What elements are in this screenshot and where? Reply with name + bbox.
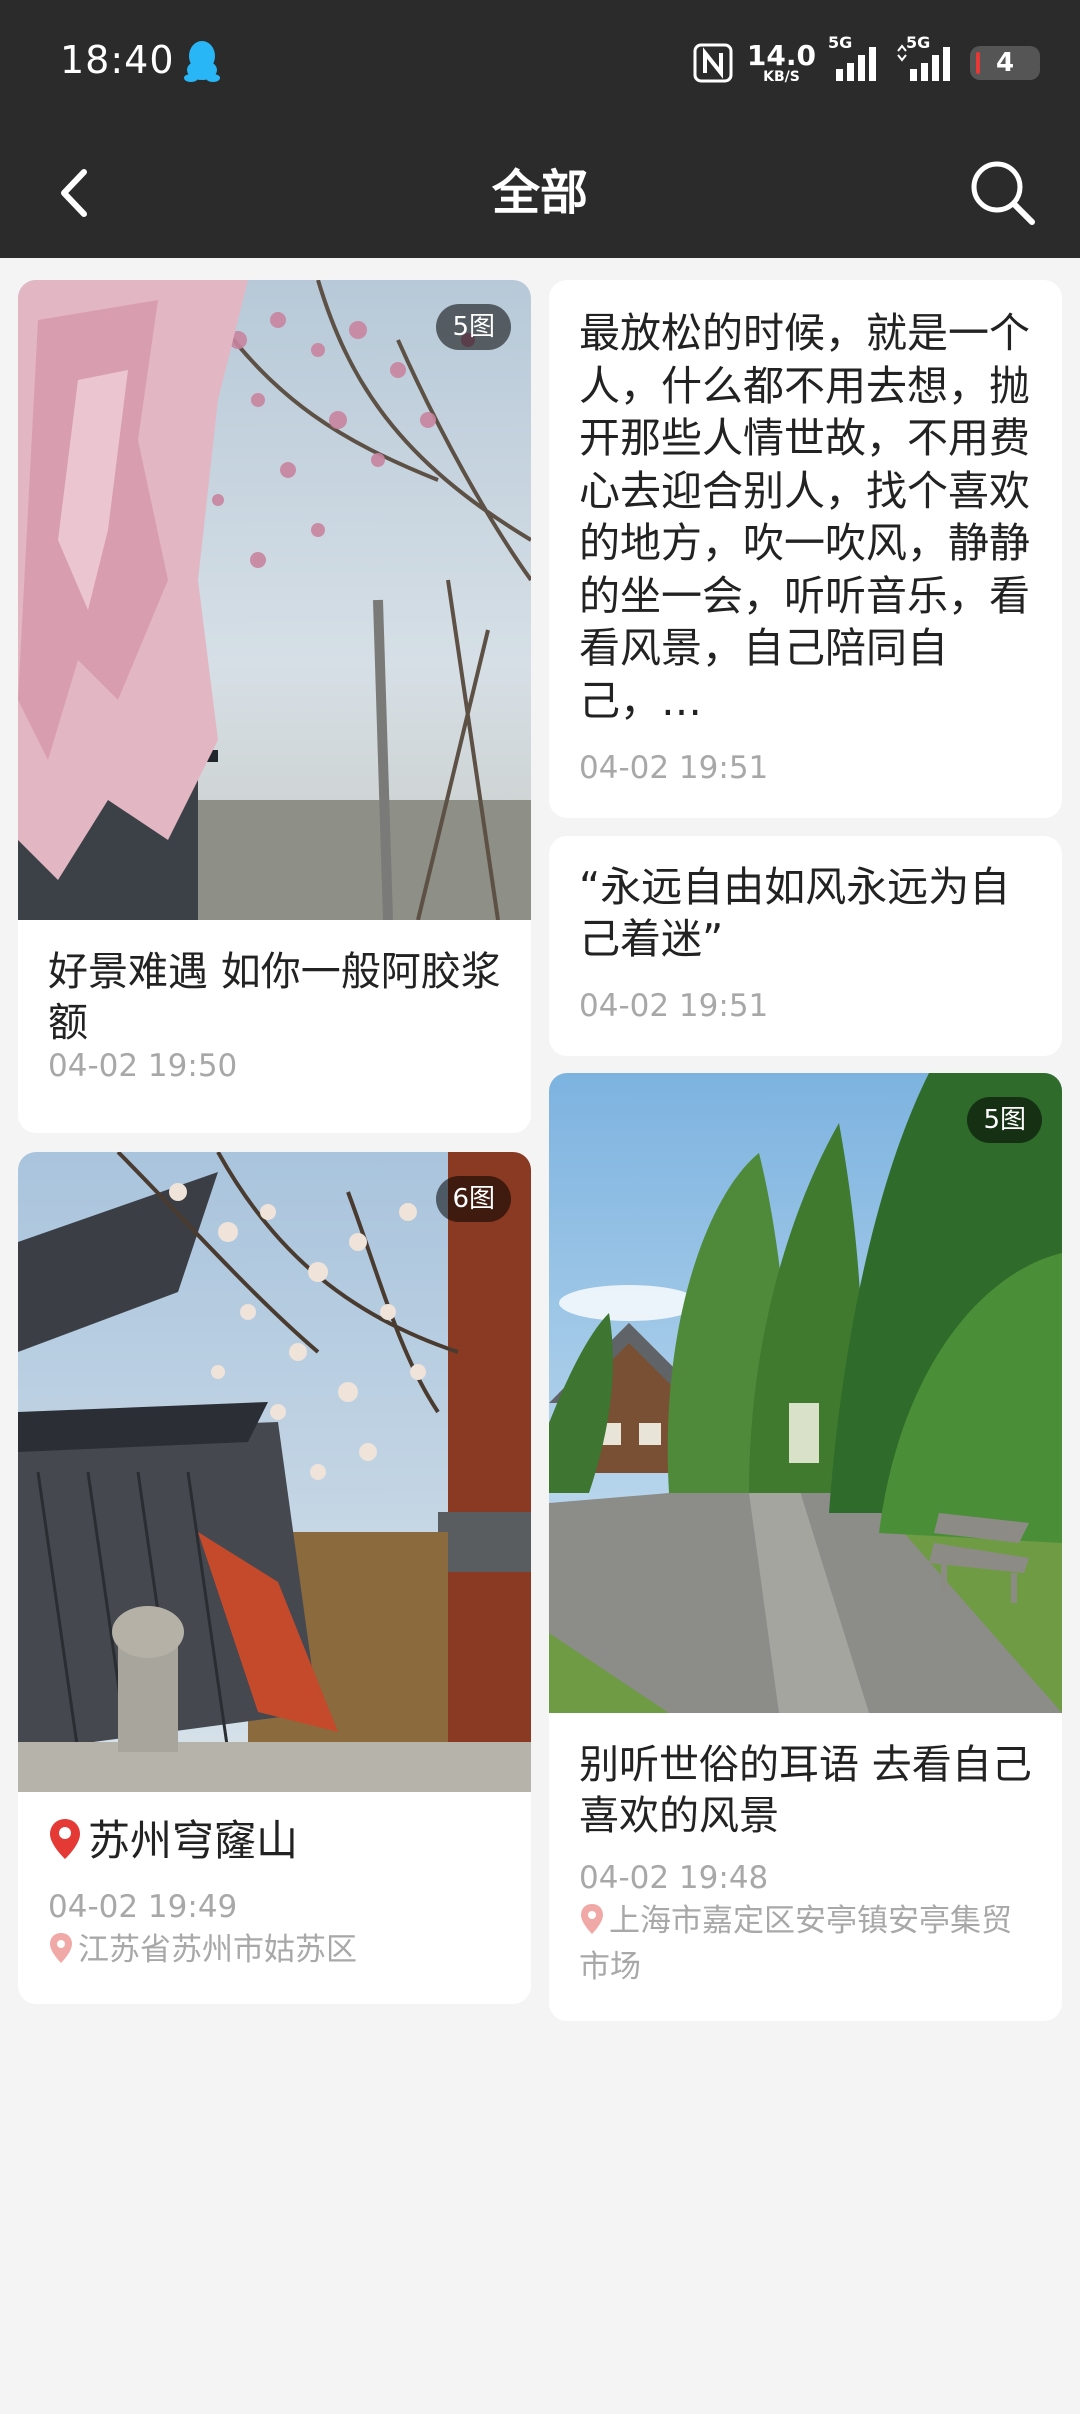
qq-icon	[184, 41, 220, 82]
post-location-text: 上海市嘉定区安亭镇安亭集贸市场	[579, 1903, 1012, 1985]
post-card[interactable]: 6图 苏州穹窿山 04-02 19:49 江苏省苏州市姑苏区	[18, 1152, 531, 2004]
signal-2: 5G	[896, 33, 956, 83]
post-time: 04-02 19:51	[579, 750, 769, 786]
location-pin-icon	[50, 1819, 80, 1859]
signal-1: 5G	[828, 33, 882, 83]
post-image	[549, 1073, 1062, 1713]
header: 全部	[0, 128, 1080, 258]
post-card[interactable]: 5图 别听世俗的耳语 去看自己喜欢的风景 04-02 19:48 上海市嘉定区安…	[549, 1073, 1062, 2021]
post-card[interactable]: 最放松的时候，就是一个人，什么都不用去想，抛开那些人情世故，不用费心去迎合别人，…	[549, 280, 1062, 818]
status-icons: 14.0 KB/S 5G 5G 4	[693, 33, 1040, 86]
post-time: 04-02 19:49	[48, 1889, 238, 1925]
post-image	[18, 1152, 531, 1792]
location-pin-icon	[581, 1904, 603, 1934]
nfc-icon	[693, 43, 733, 83]
network-speed-unit: KB/S	[763, 69, 800, 85]
post-location-text: 江苏省苏州市姑苏区	[78, 1932, 357, 1968]
post-title: 别听世俗的耳语 去看自己喜欢的风景	[579, 1742, 1032, 1839]
post-image	[18, 280, 531, 920]
network-speed-value: 14.0	[746, 39, 816, 72]
signal-1-label: 5G	[828, 33, 853, 52]
post-card[interactable]: “永远自由如风永远为自己着迷” 04-02 19:51	[549, 836, 1062, 1056]
post-text: 最放松的时候，就是一个人，什么都不用去想，抛开那些人情世故，不用费心去迎合别人，…	[579, 309, 1030, 725]
page-title: 全部	[491, 165, 588, 221]
image-count-badge: 6图	[436, 1176, 511, 1222]
post-location: 上海市嘉定区安亭镇安亭集贸市场	[579, 1898, 1032, 1990]
image-count-badge: 5图	[436, 304, 511, 350]
post-title-row: 苏州穹窿山	[48, 1815, 501, 1866]
battery-level: 4	[995, 48, 1015, 78]
image-count-badge: 5图	[967, 1097, 1042, 1143]
battery-icon: 4	[970, 46, 1040, 80]
signal-2-label: 5G	[906, 33, 931, 52]
status-bar: 18:40 14.0 KB/S 5G 5G 4	[0, 0, 1080, 128]
post-time: 04-02 19:50	[48, 1048, 238, 1084]
post-title: 苏州穹窿山	[88, 1816, 299, 1865]
status-time: 18:40	[60, 38, 175, 82]
post-text: “永远自由如风永远为自己着迷”	[579, 863, 1011, 963]
post-card[interactable]: 5图 好景难遇 如你一般阿胶浆额 04-02 19:50	[18, 280, 531, 1133]
post-location: 江苏省苏州市姑苏区	[48, 1927, 501, 1973]
post-time: 04-02 19:51	[579, 988, 769, 1024]
search-icon[interactable]	[964, 154, 1040, 230]
post-time: 04-02 19:48	[579, 1860, 769, 1896]
location-pin-icon	[50, 1933, 72, 1963]
post-title: 好景难遇 如你一般阿胶浆额	[48, 949, 501, 1046]
network-speed: 14.0 KB/S	[746, 39, 816, 85]
